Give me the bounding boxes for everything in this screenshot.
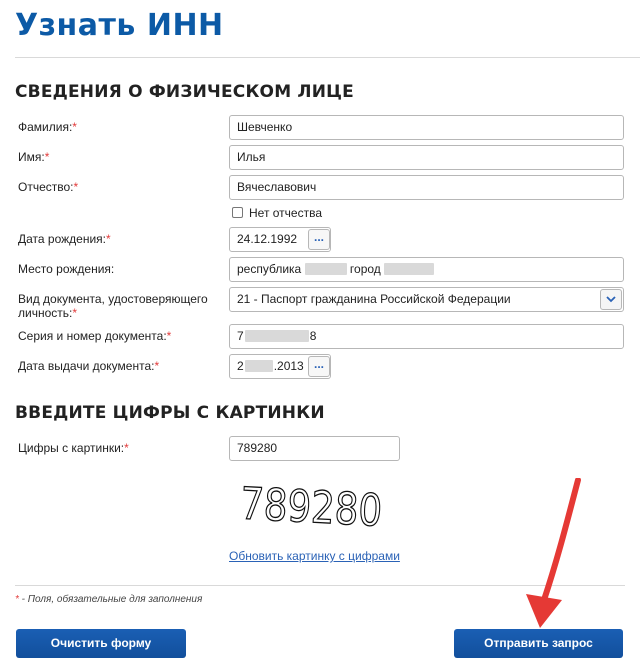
doc-number-input[interactable]: 78 [229, 324, 624, 349]
birth-place-input[interactable]: республика город [229, 257, 624, 282]
name-label: Имя:* [18, 150, 50, 164]
redacted-text [384, 263, 435, 275]
refresh-captcha-link[interactable]: Обновить картинку с цифрами [229, 549, 400, 563]
captcha-label: Цифры с картинки:* [18, 441, 129, 455]
no-patronymic-checkbox[interactable] [232, 207, 243, 218]
required-mark: * [154, 359, 160, 373]
page-title: Узнать ИНН [15, 8, 224, 43]
required-mark: * [166, 329, 172, 343]
redacted-text [244, 360, 273, 372]
required-mark: * [72, 306, 78, 320]
birth-date-label: Дата рождения:* [18, 232, 111, 246]
doc-type-label: Вид документа, удостоверяющего личность:* [18, 292, 208, 320]
doc-type-select[interactable]: 21 - Паспорт гражданина Российской Федер… [229, 287, 624, 312]
annotation-arrow-icon [526, 478, 581, 628]
no-patronymic-label[interactable]: Нет отчества [249, 206, 322, 220]
redacted-text [304, 263, 347, 275]
section-heading-captcha: ВВЕДИТЕ ЦИФРЫ С КАРТИНКИ [15, 403, 325, 423]
patronymic-label: Отчество:* [18, 180, 79, 194]
patronymic-input[interactable]: Вячеславович [229, 175, 624, 200]
section-heading-person: СВЕДЕНИЯ О ФИЗИЧЕСКОМ ЛИЦЕ [15, 82, 354, 102]
required-mark: * [73, 180, 79, 194]
required-mark: * [105, 232, 111, 246]
captcha-digits: 789280 [239, 480, 383, 532]
title-divider [15, 57, 640, 58]
chevron-down-icon [606, 296, 616, 303]
birth-date-calendar-button[interactable]: ... [308, 229, 330, 250]
surname-input[interactable]: Шевченко [229, 115, 624, 140]
doc-type-dropdown-button[interactable] [600, 289, 622, 310]
required-mark: * [124, 441, 129, 455]
captcha-image: 789280 [238, 480, 384, 532]
issue-date-calendar-button[interactable]: ... [308, 356, 330, 377]
surname-label: Фамилия:* [18, 120, 77, 134]
doc-number-label: Серия и номер документа:* [18, 329, 172, 343]
issue-date-label: Дата выдачи документа:* [18, 359, 160, 373]
redacted-text [244, 330, 309, 342]
required-fields-note: * - Поля, обязательные для заполнения [15, 594, 203, 605]
captcha-input[interactable]: 789280 [229, 436, 400, 461]
required-mark: * [72, 120, 77, 134]
name-input[interactable]: Илья [229, 145, 624, 170]
required-mark: * [44, 150, 50, 164]
clear-form-button[interactable]: Очистить форму [16, 629, 186, 658]
birth-place-label: Место рождения: [18, 262, 115, 276]
